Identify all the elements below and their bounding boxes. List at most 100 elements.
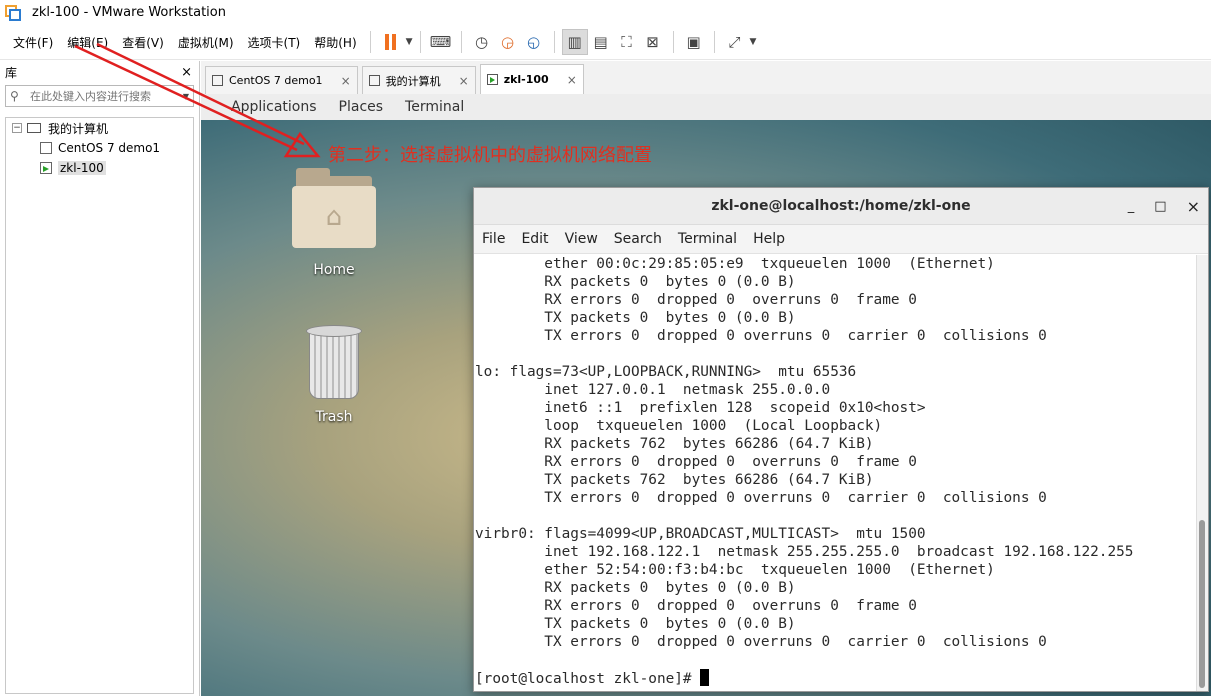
thumbnail-bar-icon: ▤	[593, 33, 608, 51]
terminal-output[interactable]: ether 00:0c:29:85:05:e9 txqueuelen 1000 …	[474, 255, 1196, 691]
terminal-menu-search[interactable]: Search	[614, 231, 662, 247]
tab-centos-7-demo1[interactable]: CentOS 7 demo1 ×	[205, 66, 358, 94]
tab-zkl-100[interactable]: zkl-100 ×	[479, 64, 584, 94]
vm-icon	[212, 75, 223, 86]
terminal-scrollbar[interactable]	[1196, 255, 1208, 691]
terminal-line: ether 00:0c:29:85:05:e9 txqueuelen 1000 …	[475, 256, 995, 272]
tree-item-my-computer[interactable]: − 我的计算机	[6, 118, 193, 138]
terminal-line: TX errors 0 dropped 0 overruns 0 carrier…	[475, 634, 1047, 650]
window-title: zkl-100 - VMware Workstation	[32, 5, 226, 20]
window-titlebar: zkl-100 - VMware Workstation	[0, 0, 1211, 25]
tab-close-button[interactable]: ×	[459, 74, 469, 88]
library-tree: − 我的计算机 CentOS 7 demo1 zkl-100	[5, 117, 194, 694]
tab-label: 我的计算机	[385, 74, 441, 88]
places-menu[interactable]: Places	[339, 99, 384, 115]
stretch-icon: ⤢	[728, 33, 741, 51]
console-view-button[interactable]: ▣	[681, 29, 707, 55]
full-screen-button[interactable]: ⛶	[614, 29, 640, 55]
terminal-line: RX errors 0 dropped 0 overruns 0 frame 0	[475, 292, 917, 308]
tab-close-button[interactable]: ×	[567, 73, 577, 87]
tab-label: zkl-100	[503, 73, 549, 86]
terminal-line: inet6 ::1 prefixlen 128 scopeid 0x10<hos…	[475, 400, 926, 416]
terminal-line: loop txqueuelen 1000 (Local Loopback)	[475, 418, 883, 434]
stretch-guest-button[interactable]: ⤢	[722, 29, 748, 55]
terminal-window-controls: _ □ ×	[1128, 188, 1200, 225]
terminal-titlebar[interactable]: zkl-one@localhost:/home/zkl-one _ □ ×	[474, 188, 1208, 225]
home-folder-icon: ⌂	[292, 168, 376, 248]
terminal-menu-help[interactable]: Help	[753, 231, 785, 247]
show-library-button[interactable]: ▥	[561, 29, 588, 55]
menu-tabs[interactable]: 选项卡(T)	[242, 34, 307, 51]
desktop-icon-label: Home	[313, 262, 355, 278]
pause-button[interactable]	[378, 29, 404, 55]
chevron-down-icon[interactable]: ▼	[750, 37, 757, 47]
terminal-line: lo: flags=73<UP,LOOPBACK,RUNNING> mtu 65…	[475, 364, 857, 380]
take-snapshot-button[interactable]: ◷	[469, 29, 495, 55]
chevron-down-icon[interactable]: ▼	[183, 92, 189, 101]
chevron-down-icon[interactable]: ▼	[406, 37, 413, 47]
vmware-logo-icon	[5, 4, 21, 21]
menu-vm[interactable]: 虚拟机(M)	[172, 34, 240, 51]
terminal-menu-terminal[interactable]: Terminal	[678, 231, 737, 247]
terminal-line: RX packets 0 bytes 0 (0.0 B)	[475, 580, 796, 596]
close-button[interactable]: ×	[1187, 197, 1200, 216]
unity-button[interactable]: ⊠	[640, 29, 666, 55]
tab-my-computer[interactable]: 我的计算机 ×	[361, 66, 476, 94]
toolbar-separator	[460, 31, 462, 53]
maximize-button[interactable]: □	[1154, 199, 1166, 214]
full-screen-icon: ⛶	[621, 33, 632, 51]
toolbar-separator	[553, 31, 555, 53]
revert-snapshot-button[interactable]: ◶	[495, 29, 521, 55]
snapshot-manager-button[interactable]: ◵	[521, 29, 547, 55]
computer-icon	[368, 75, 380, 86]
tab-close-button[interactable]: ×	[341, 74, 351, 88]
terminal-scrollbar-thumb[interactable]	[1199, 520, 1205, 688]
collapse-icon[interactable]: −	[12, 123, 22, 133]
tree-item-label: CentOS 7 demo1	[58, 141, 161, 155]
menu-edit[interactable]: 编辑(E)	[61, 34, 114, 51]
terminal-line: RX packets 0 bytes 0 (0.0 B)	[475, 274, 796, 290]
tree-item-vm[interactable]: CentOS 7 demo1	[6, 138, 193, 158]
terminal-line: RX errors 0 dropped 0 overruns 0 frame 0	[475, 454, 917, 470]
terminal-line: RX packets 762 bytes 66286 (64.7 KiB)	[475, 436, 874, 452]
terminal-menubar: File Edit View Search Terminal Help	[474, 225, 1208, 254]
terminal-line: virbr0: flags=4099<UP,BROADCAST,MULTICAS…	[475, 526, 926, 542]
applications-menu[interactable]: Applications	[231, 99, 317, 115]
tree-item-label: 我的计算机	[48, 121, 109, 136]
terminal-menu-file[interactable]: File	[482, 231, 505, 247]
library-search-input[interactable]	[30, 89, 180, 103]
menu-help[interactable]: 帮助(H)	[308, 34, 362, 51]
menu-view[interactable]: 查看(V)	[116, 34, 170, 51]
menu-file[interactable]: 文件(F)	[7, 34, 59, 51]
guest-top-bar: Applications Places Terminal	[201, 94, 1211, 120]
guest-desktop: ⌂ Home Trash 第二步：选择虚拟机中的虚拟机网络配置 zkl-one@…	[201, 120, 1211, 696]
minimize-button[interactable]: _	[1128, 199, 1135, 214]
send-ctrl-alt-del-button[interactable]: ⌨	[428, 29, 454, 55]
tree-item-vm[interactable]: zkl-100	[6, 158, 193, 178]
computer-icon	[27, 123, 41, 133]
toolbar-separator	[369, 31, 371, 53]
terminal-app-menu[interactable]: Terminal	[405, 99, 464, 115]
vm-icon	[40, 142, 52, 154]
terminal-window[interactable]: zkl-one@localhost:/home/zkl-one _ □ × Fi…	[473, 187, 1209, 692]
terminal-menu-edit[interactable]: Edit	[521, 231, 548, 247]
pause-icon	[385, 34, 397, 50]
vm-running-icon	[40, 162, 52, 174]
terminal-prompt-line[interactable]: [root@localhost zkl-one]#	[475, 669, 1196, 687]
trash-icon	[304, 325, 364, 401]
library-close-button[interactable]: ×	[181, 65, 192, 80]
terminal-line: TX packets 762 bytes 66286 (64.7 KiB)	[475, 472, 874, 488]
terminal-line: ether 52:54:00:f3:b4:bc txqueuelen 1000 …	[475, 562, 995, 578]
unity-icon: ⊠	[646, 33, 659, 51]
desktop-icon-home[interactable]: ⌂ Home	[279, 168, 389, 278]
desktop-icon-trash[interactable]: Trash	[279, 325, 389, 425]
library-panel: 库 × ⚲ ▼ − 我的计算机 CentOS 7 demo1 zkl-100	[0, 61, 200, 696]
vm-tab-bar: CentOS 7 demo1 × 我的计算机 × zkl-100 ×	[201, 61, 1211, 94]
library-search-box: ⚲ ▼	[5, 85, 194, 107]
terminal-menu-view[interactable]: View	[565, 231, 598, 247]
thumbnail-bar-button[interactable]: ▤	[588, 29, 614, 55]
desktop-icon-label: Trash	[315, 409, 353, 425]
terminal-line: inet 127.0.0.1 netmask 255.0.0.0	[475, 382, 831, 398]
